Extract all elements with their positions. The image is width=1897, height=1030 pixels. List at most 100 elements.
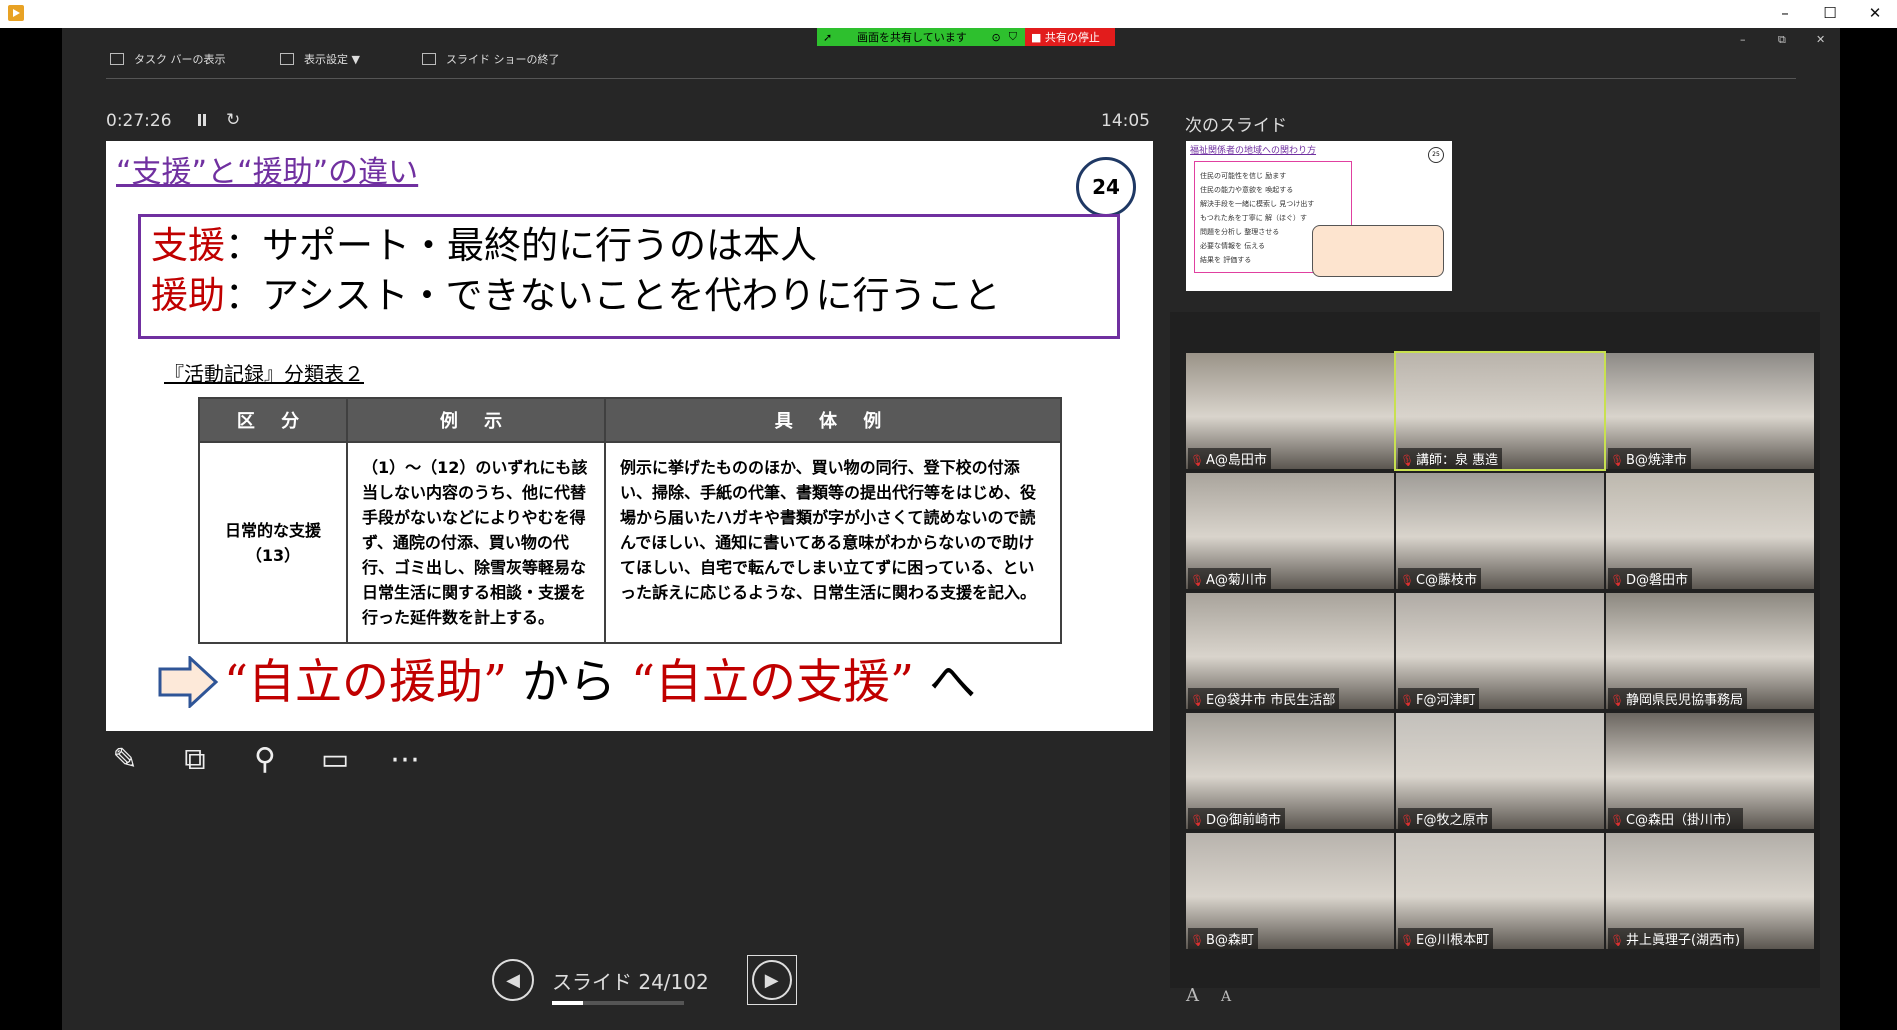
reset-timer-button[interactable]: ↻ [226, 110, 240, 130]
slide-progress-bar [552, 1000, 684, 1005]
participant-tile[interactable]: 🎙 C@森田（掛川市） [1606, 713, 1814, 829]
pres-restore-button[interactable]: ⧉ [1778, 33, 1786, 47]
pres-minimize-button[interactable]: – [1740, 33, 1746, 46]
close-button[interactable]: ✕ [1853, 0, 1897, 28]
maximize-button[interactable]: ☐ [1808, 0, 1852, 28]
participant-tile[interactable]: 🎙 D@御前崎市 [1186, 713, 1394, 829]
participant-tile[interactable]: 🎙 静岡県民児協事務局 [1606, 593, 1814, 709]
participant-name-label: A@菊川市 [1205, 573, 1267, 588]
slide-navigation: ◀ スライド 24/102 ▶ [492, 955, 797, 1005]
participant-name: 🎙 E@川根本町 [1398, 928, 1494, 949]
participant-name: 🎙 E@袋井市 市民生活部 [1188, 688, 1340, 709]
end-slideshow-button[interactable]: スライド ショーの終了 [422, 50, 560, 68]
participant-name: 🎙 D@磐田市 [1608, 568, 1692, 589]
next-slide-row: 住民の能力や意欲を 喚起する [1200, 186, 1294, 194]
info-icon[interactable]: ⊙ [992, 31, 1001, 44]
previous-slide-button[interactable]: ◀ [492, 959, 534, 1001]
stop-share-label: ■ 共有の停止 [1031, 31, 1100, 44]
participant-tile[interactable]: 🎙 講師：泉 惠造 [1394, 351, 1606, 471]
slide-number-badge: 24 [1076, 157, 1136, 217]
cell-category: 日常的な支援 （13） [198, 441, 348, 644]
mic-muted-icon: 🎙 [1190, 694, 1204, 707]
pen-icon[interactable]: ✎ [106, 740, 144, 778]
participant-name: 🎙 C@藤枝市 [1398, 568, 1482, 589]
participant-tile[interactable]: 🎙 F@河津町 [1396, 593, 1604, 709]
font-smaller-button[interactable]: A [1221, 989, 1231, 1006]
participant-name-label: B@森町 [1205, 933, 1254, 948]
assist-definition: ：アシスト・できないことを代わりに行うこと [225, 274, 1001, 317]
mic-muted-icon: 🎙 [1400, 934, 1414, 947]
mic-muted-icon: 🎙 [1400, 454, 1414, 467]
next-slide-row: 必要な情報を 伝える [1200, 242, 1266, 250]
participant-tile[interactable]: 🎙 井上眞理子(湖西市) [1606, 833, 1814, 949]
screen-share-bar: ➚ 画面を共有しています ⊙ ⛉ ■ 共有の停止 [817, 28, 1115, 46]
next-slide-row: 問題を分析し 整理させる [1200, 228, 1280, 236]
participant-tile[interactable]: 🎙 A@島田市 [1186, 353, 1394, 469]
participant-name-label: D@御前崎市 [1205, 813, 1281, 828]
participant-name-label: F@牧之原市 [1415, 813, 1489, 828]
slide-counter-label: スライド 24/102 [552, 969, 709, 994]
end-slideshow-label: スライド ショーの終了 [446, 53, 560, 66]
next-slide-preview[interactable]: 福祉関係者の地域への関わり方 25 住民の可能性を信じ 励ます 住民の能力や意欲… [1186, 141, 1452, 291]
conclusion-mid: から [522, 655, 617, 710]
participant-name-label: E@袋井市 市民生活部 [1205, 693, 1336, 708]
participant-name-label: 静岡県民児協事務局 [1625, 693, 1743, 708]
participant-tile[interactable]: 🎙 E@袋井市 市民生活部 [1186, 593, 1394, 709]
display-settings-label: 表示設定 ▼ [304, 53, 360, 66]
support-definition: ：サポート・最終的に行うのは本人 [225, 224, 817, 267]
definition-support: 支援：サポート・最終的に行うのは本人 [151, 221, 1107, 271]
next-slide-button[interactable]: ▶ [746, 955, 797, 1005]
participant-name: 🎙 B@焼津市 [1608, 448, 1691, 469]
app-icon [8, 5, 24, 21]
mic-muted-icon: 🎙 [1610, 814, 1624, 827]
cell-detail: 例示に挙げたもののほか、買い物の同行、登下校の付添い、掃除、手紙の代筆、書類等の… [604, 441, 1062, 644]
mic-muted-icon: 🎙 [1610, 454, 1624, 467]
participant-tile[interactable]: 🎙 F@牧之原市 [1396, 713, 1604, 829]
current-slide: “支援”と“援助”の違い 24 支援：サポート・最終的に行うのは本人 援助：アシ… [106, 141, 1153, 731]
participant-name-label: 井上眞理子(湖西市) [1625, 933, 1741, 948]
participant-tile[interactable]: 🎙 E@川根本町 [1396, 833, 1604, 949]
display-settings-button[interactable]: 表示設定 ▼ [280, 50, 360, 68]
slide-progress-fill [552, 1000, 584, 1005]
participant-tile[interactable]: 🎙 C@藤枝市 [1396, 473, 1604, 589]
participant-name-label: E@川根本町 [1415, 933, 1490, 948]
mic-muted-icon: 🎙 [1400, 694, 1414, 707]
participant-tile[interactable]: 🎙 B@森町 [1186, 833, 1394, 949]
mic-muted-icon: 🎙 [1190, 934, 1204, 947]
cell-example: （1）～（12）のいずれにも該当しない内容のうち、他に代替手段がないなどによりや… [346, 441, 606, 644]
participant-name: 🎙 A@島田市 [1188, 448, 1271, 469]
taskbar-toggle-button[interactable]: タスク バーの表示 [110, 50, 226, 68]
participant-name: 🎙 静岡県民児協事務局 [1608, 688, 1747, 709]
mic-muted-icon: 🎙 [1610, 934, 1624, 947]
conclusion-to: “自立の支援” [630, 655, 915, 710]
font-larger-button[interactable]: A [1186, 985, 1199, 1006]
minimize-button[interactable]: – [1763, 0, 1807, 28]
participant-name: 🎙 F@河津町 [1398, 688, 1480, 709]
header-detail: 具 体 例 [604, 397, 1062, 443]
shield-icon[interactable]: ⛉ [1009, 30, 1017, 44]
next-slide-row: 解決手段を一緒に模索し 見つけ出す [1200, 200, 1315, 208]
classification-table: 区 分 例 示 具 体 例 日常的な支援 （13） （1）～（12）のいずれにも… [198, 397, 1062, 644]
participant-tile[interactable]: 🎙 D@磐田市 [1606, 473, 1814, 589]
slide-counter[interactable]: スライド 24/102 [552, 966, 709, 1005]
more-options-icon[interactable]: ⋯ [386, 740, 424, 778]
see-all-slides-icon[interactable]: ⧉ [176, 740, 214, 778]
participant-name-label: D@磐田市 [1625, 573, 1688, 588]
zoom-icon[interactable]: ⚲ [246, 740, 284, 778]
participant-name: 🎙 A@菊川市 [1188, 568, 1271, 589]
pause-timer-button[interactable] [198, 114, 206, 126]
participant-tile[interactable]: 🎙 B@焼津市 [1606, 353, 1814, 469]
participant-name-label: C@藤枝市 [1415, 573, 1478, 588]
definition-assist: 援助：アシスト・できないことを代わりに行うこと [151, 271, 1107, 321]
assist-term: 援助 [151, 274, 225, 317]
black-screen-icon[interactable]: ▭ [316, 740, 354, 778]
share-status[interactable]: ➚ 画面を共有しています ⊙ ⛉ [817, 28, 1025, 46]
participant-name: 🎙 F@牧之原市 [1398, 808, 1493, 829]
stop-share-button[interactable]: ■ 共有の停止 [1025, 28, 1115, 46]
chevron-right-icon: ▶ [764, 969, 779, 991]
participant-tile[interactable]: 🎙 A@菊川市 [1186, 473, 1394, 589]
right-arrow-icon [158, 656, 219, 708]
pres-close-button[interactable]: ✕ [1816, 33, 1825, 46]
mic-muted-icon: 🎙 [1190, 814, 1204, 827]
display-icon [280, 53, 294, 65]
